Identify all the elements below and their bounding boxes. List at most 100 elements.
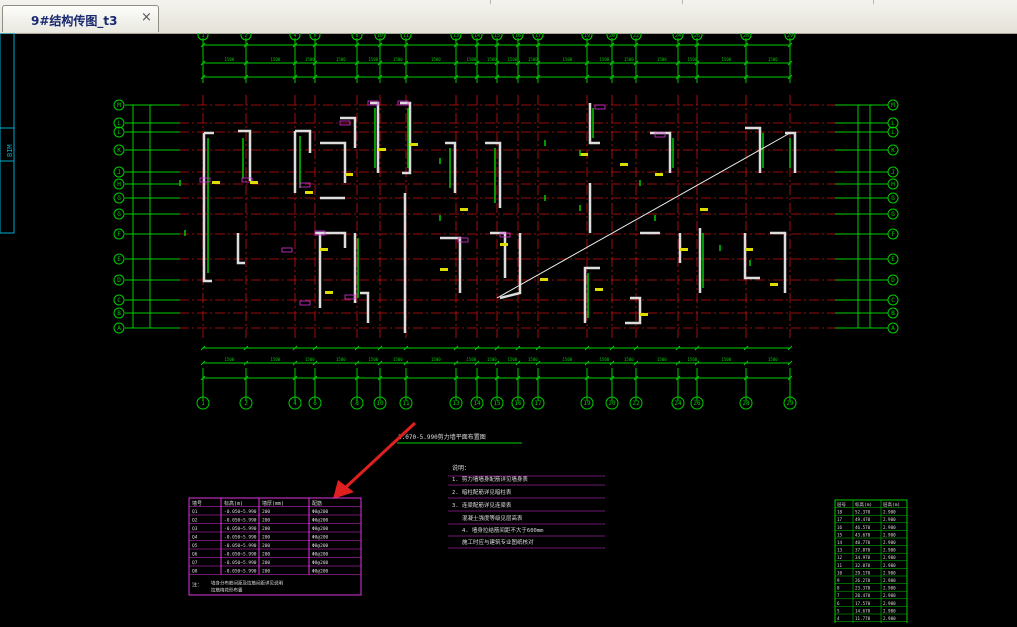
dimension-text: 1500 [369, 57, 379, 62]
axis-label-top: 29 [787, 33, 793, 39]
axis-label-left: A [117, 325, 121, 332]
axis-label-left: E [117, 256, 121, 263]
notes-title: 说明： [452, 464, 470, 472]
table-cell: 200 [262, 535, 270, 541]
wall-tag [594, 104, 606, 110]
table-cell: -0.050~5.990 [224, 569, 257, 575]
axis-label-bottom: 13 [452, 400, 460, 407]
axis-label-right: L [891, 120, 895, 127]
axis-label-top: 8 [355, 33, 358, 39]
floor-height-table: 层号 标高(m) 层高(m) 18 52.370 2.900 17 49.470 2.900 16… [834, 499, 908, 627]
axis-label-top: 13 [453, 33, 459, 39]
shear-wall [370, 101, 380, 173]
table-cell: 46.570 [855, 525, 871, 530]
table-cell: 2.900 [883, 532, 896, 537]
table-cell: Q5 [192, 543, 198, 549]
table-cell: Φ8@200 [312, 552, 329, 558]
table-cell: Φ8@200 [312, 509, 329, 515]
document-tab-bar: 9#结构传图_t3 × [0, 0, 1017, 34]
dimension-tag [345, 173, 353, 176]
dimension-tag [378, 148, 386, 151]
dimension-tag [540, 278, 548, 281]
table-cell: Q6 [192, 552, 198, 558]
close-icon[interactable]: × [141, 10, 152, 25]
axis-label-left: M [117, 102, 121, 109]
axis-label-left: C [117, 297, 121, 304]
table-cell: Q1 [192, 509, 198, 515]
axis-label-bottom: 4 [293, 400, 297, 407]
wall-tag [281, 247, 293, 253]
shear-wall [625, 296, 642, 325]
shear-wall [360, 291, 370, 323]
axis-label-right: J [891, 169, 895, 176]
document-tab[interactable]: 9#结构传图_t3 × [2, 5, 159, 32]
dimension-text: 1500 [271, 57, 281, 62]
dimension-text: 1500 [336, 357, 346, 362]
shear-wall [236, 233, 245, 265]
axis-label-bottom: 28 [742, 400, 750, 407]
dimension-tag [620, 163, 628, 166]
table-cell: 200 [262, 560, 270, 566]
table-cell: 6 [837, 601, 840, 606]
axis-label-top: 16 [515, 33, 521, 39]
table-cell: 2.900 [883, 578, 896, 583]
axis-label-right: H [891, 181, 895, 188]
table-header: 标高(m) [224, 500, 243, 507]
axis-label-bottom: 11 [402, 400, 410, 407]
axis-label-top: 22 [633, 33, 639, 39]
table-cell: 2.900 [883, 517, 896, 522]
table-cell: Φ8@200 [312, 535, 329, 541]
tabbar-divider [873, 0, 874, 4]
table-cell: 2.900 [883, 586, 896, 591]
dimension-text: 1500 [305, 357, 315, 362]
shear-wall [499, 233, 522, 300]
axis-label-left: K [117, 147, 121, 154]
table-cell: 18 [837, 510, 843, 515]
axis-label-bottom: 1 [201, 400, 205, 407]
wall-tag [299, 300, 311, 306]
table-cell: 16 [837, 525, 843, 530]
axis-label-left: G [117, 195, 121, 202]
dimension-text: 1500 [624, 57, 634, 62]
dimension-text: 1500 [393, 357, 403, 362]
table-cell: Q3 [192, 526, 198, 532]
axis-label-right: C [891, 297, 895, 304]
axis-label-bottom: 26 [693, 400, 701, 407]
axis-label-top: 1 [201, 33, 204, 39]
axis-label-left: L [117, 120, 121, 127]
axis-label-left: J [117, 169, 121, 176]
axis-label-bottom: 10 [376, 400, 384, 407]
table-note-label: 注： [192, 582, 202, 589]
dimension-text: 1500 [688, 357, 698, 362]
dimension-text: 1500 [528, 357, 538, 362]
axis-label-bottom: 14 [473, 400, 481, 407]
table-cell: 23.370 [855, 586, 871, 591]
shear-wall [743, 233, 760, 280]
table-cell: -0.050~5.990 [224, 526, 257, 532]
axis-label-right: G [891, 195, 895, 202]
table-header: 层号 [837, 502, 846, 508]
table-cell: 34.970 [855, 555, 871, 560]
axis-label-top: 11 [403, 33, 409, 39]
shear-wall [440, 236, 462, 293]
drawing-canvas[interactable]: BIM 1500 1500 1500 1500 1500 1500 1500 1500 1500… [0, 29, 1017, 627]
table-cell: Φ8@200 [312, 543, 329, 549]
cad-drawing[interactable]: BIM 150015001500150015001500150015001500… [0, 29, 1017, 627]
axis-label-right: M [891, 102, 895, 109]
dimension-text: 1500 [768, 57, 778, 62]
axis-label-right: A [891, 325, 895, 332]
axis-label-left: B [117, 310, 121, 317]
table-cell: 14.670 [855, 608, 871, 613]
axis-label-bottom: 19 [583, 400, 591, 407]
axis-label-left: D [117, 277, 121, 284]
table-cell: 2.900 [883, 555, 896, 560]
axis-label-left: G [117, 211, 121, 218]
wall-tag [344, 294, 356, 300]
table-cell: 13 [837, 548, 843, 553]
axis-label-top: 4 [293, 33, 296, 39]
dimension-text: 1500 [467, 57, 477, 62]
dimension-text: 1500 [624, 357, 634, 362]
axis-bubbles: 1122446688101011111313141415151616171719… [113, 29, 899, 410]
dimension-text: 1500 [600, 57, 610, 62]
table-cell: Q2 [192, 518, 198, 524]
